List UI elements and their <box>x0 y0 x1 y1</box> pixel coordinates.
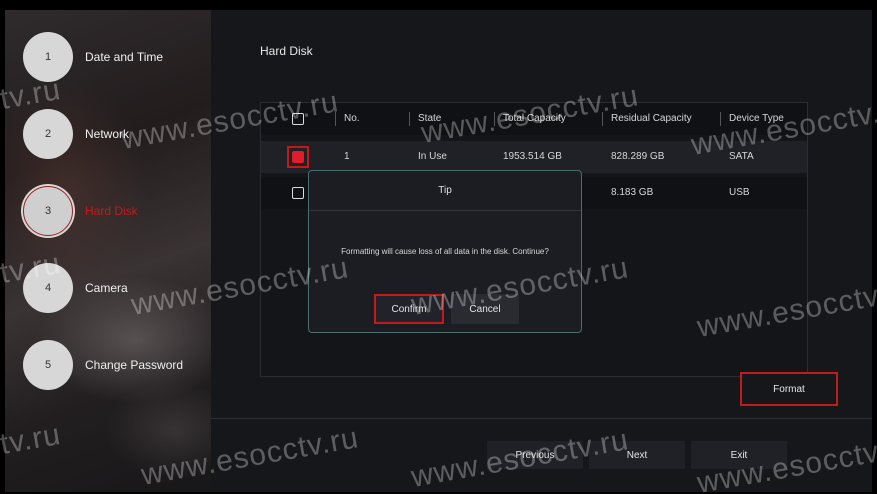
cell-state: In Use <box>418 151 447 162</box>
cell-device-type: USB <box>729 187 750 198</box>
cell-total-capacity: 1953.514 GB <box>503 151 562 162</box>
wizard-sidebar: 1 Date and Time 2 Network 3 Hard Disk 4 … <box>5 10 211 492</box>
cell-residual-capacity: 8.183 GB <box>611 187 654 198</box>
row-checkbox[interactable] <box>292 187 304 199</box>
wizard-step-network[interactable]: 2 Network <box>23 108 129 160</box>
step-number: 5 <box>23 340 73 390</box>
page-title: Hard Disk <box>260 44 313 58</box>
step-number: 1 <box>23 32 73 82</box>
step-label: Camera <box>85 281 128 295</box>
select-all-checkbox[interactable] <box>292 113 304 125</box>
column-header-device-type: Device Type <box>720 112 784 126</box>
format-confirm-dialog: Tip Formatting will cause loss of all da… <box>308 170 582 333</box>
cell-residual-capacity: 828.289 GB <box>611 151 665 162</box>
exit-button[interactable]: Exit <box>691 441 787 469</box>
setup-wizard-panel: 1 Date and Time 2 Network 3 Hard Disk 4 … <box>5 10 872 492</box>
confirm-button[interactable]: Confirm <box>374 294 444 324</box>
next-button[interactable]: Next <box>589 441 685 469</box>
dialog-title: Tip <box>309 171 581 211</box>
screen: 1 Date and Time 2 Network 3 Hard Disk 4 … <box>0 0 877 494</box>
footer-divider <box>211 418 872 419</box>
previous-button[interactable]: Previous <box>487 441 583 469</box>
column-header-residual-capacity: Residual Capacity <box>602 112 692 126</box>
cancel-button[interactable]: Cancel <box>451 294 519 324</box>
dialog-message: Formatting will cause loss of all data i… <box>341 247 549 256</box>
format-button[interactable]: Format <box>740 372 838 406</box>
wizard-step-hard-disk[interactable]: 3 Hard Disk <box>23 185 138 237</box>
column-header-total-capacity: Total Capacity <box>494 112 566 126</box>
wizard-step-camera[interactable]: 4 Camera <box>23 262 128 314</box>
step-label: Change Password <box>85 358 184 372</box>
step-number: 2 <box>23 109 73 159</box>
row-checkbox[interactable] <box>292 151 304 163</box>
table-row[interactable]: 1 In Use 1953.514 GB 828.289 GB SATA <box>261 141 807 173</box>
step-number: 3 <box>23 186 73 236</box>
wizard-step-date-time[interactable]: 1 Date and Time <box>23 31 163 83</box>
cell-device-type: SATA <box>729 151 754 162</box>
wizard-step-change-password[interactable]: 5 Change Password <box>23 339 183 391</box>
step-label: Hard Disk <box>85 204 138 218</box>
column-header-no: No. <box>335 112 360 126</box>
column-header-state: State <box>409 112 441 126</box>
cell-no: 1 <box>344 151 350 162</box>
step-label: Network <box>85 127 130 141</box>
step-label: Date and Time <box>85 50 164 64</box>
step-number: 4 <box>23 263 73 313</box>
table-header: No. State Total Capacity Residual Capaci… <box>261 103 807 135</box>
